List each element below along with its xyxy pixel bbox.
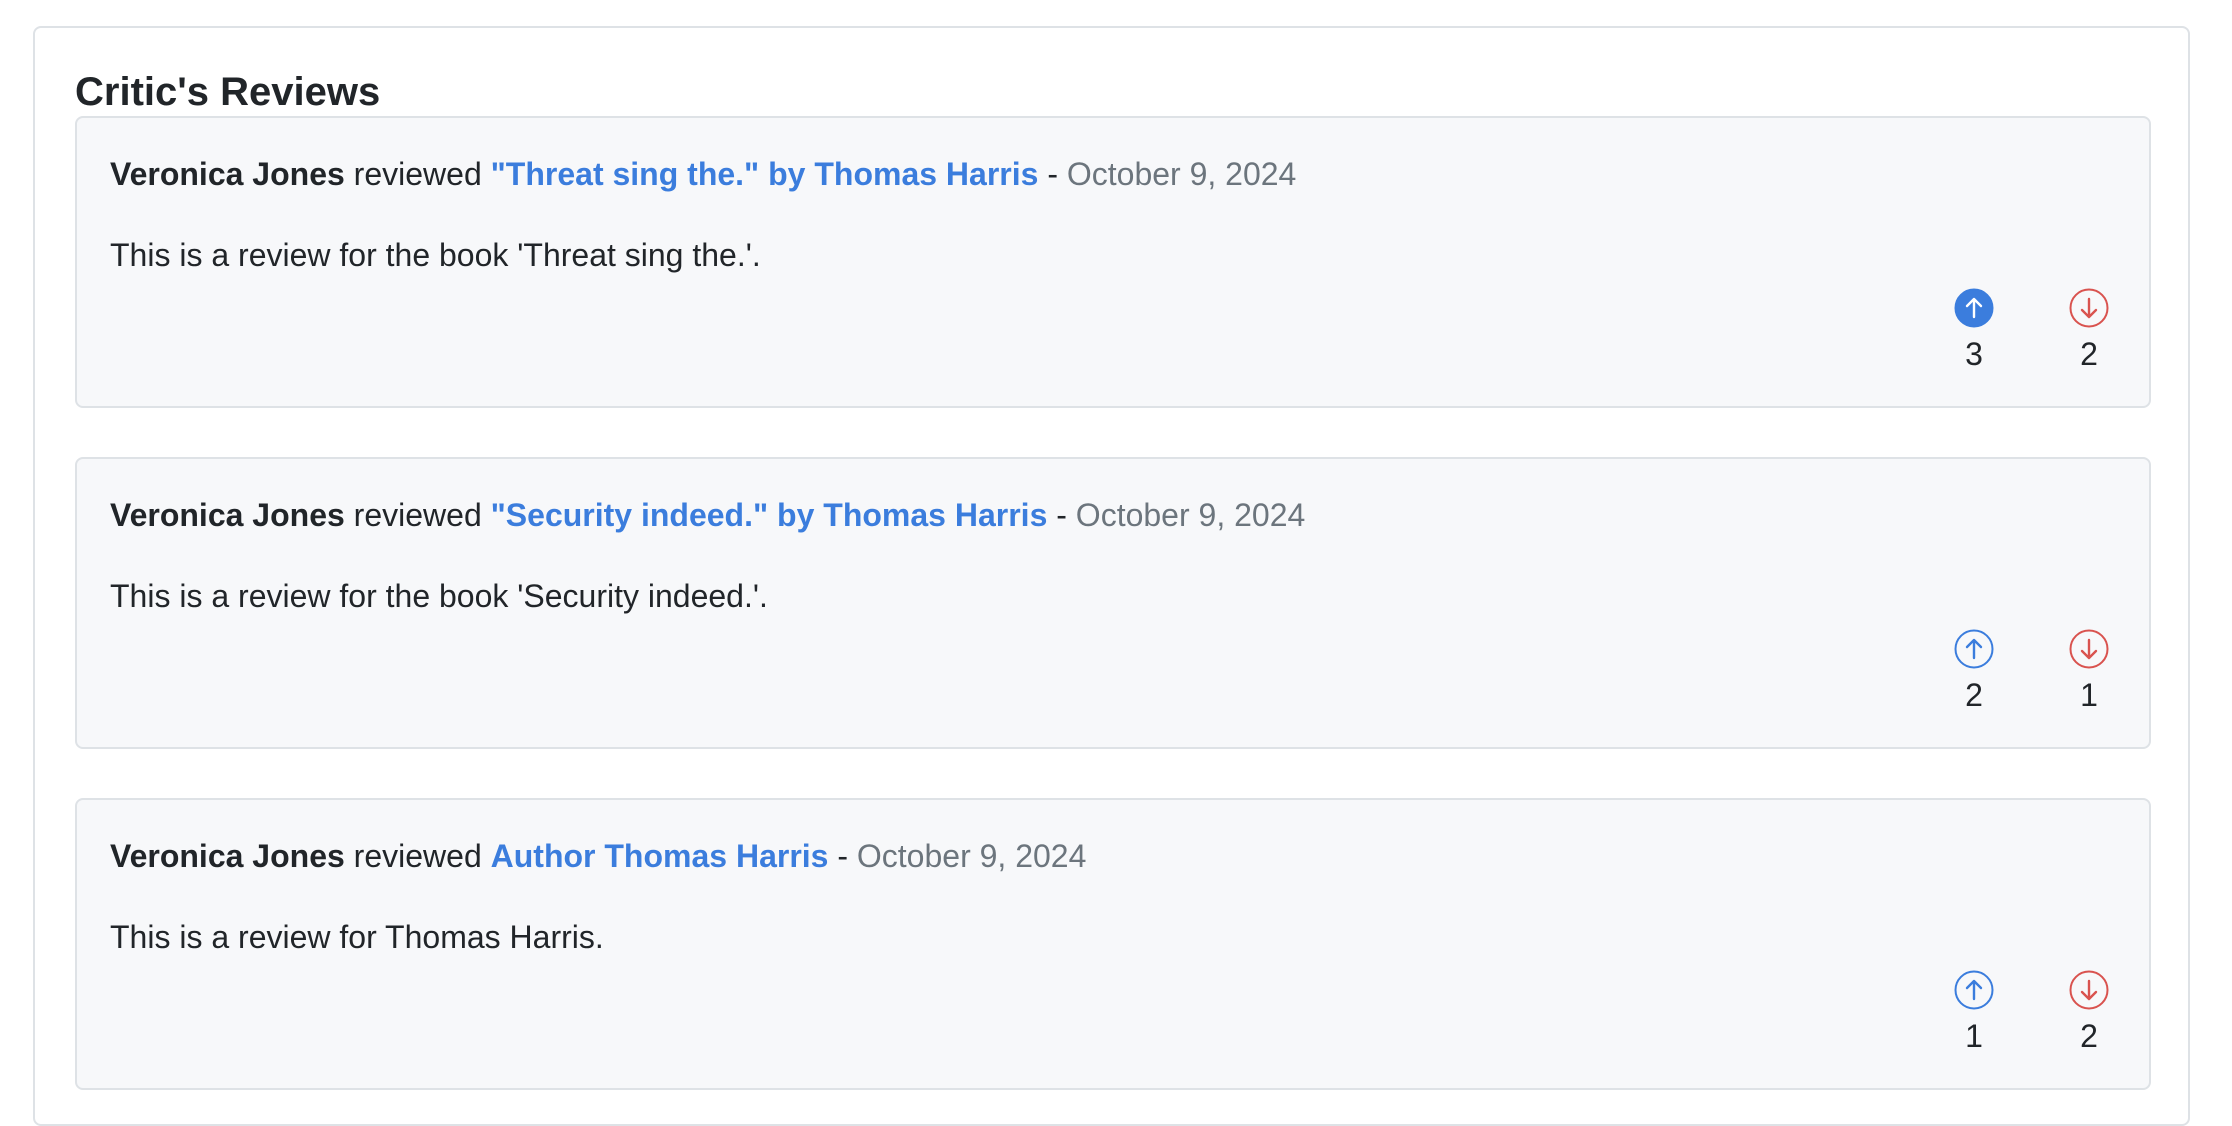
downvote-control: 2 [2059, 970, 2119, 1052]
upvote-count: 3 [1965, 336, 1983, 372]
upvote-control: 1 [1944, 970, 2004, 1052]
critic-reviews-panel: Critic's Reviews Veronica Jones reviewed… [33, 26, 2190, 1126]
review-card: Veronica Jones reviewed "Threat sing the… [75, 116, 2151, 408]
arrow-up-circle-icon[interactable] [1954, 970, 1994, 1010]
review-date: October 9, 2024 [1075, 497, 1306, 533]
panel-title: Critic's Reviews [75, 70, 381, 114]
reviewed-word: reviewed [353, 156, 482, 192]
upvote-count: 2 [1965, 677, 1983, 713]
downvote-count: 2 [2080, 336, 2098, 372]
downvote-control: 2 [2059, 288, 2119, 370]
review-header: Veronica Jones reviewed "Security indeed… [110, 499, 1305, 531]
separator: - [837, 838, 848, 874]
downvote-count: 1 [2080, 677, 2098, 713]
review-text: This is a review for the book 'Threat si… [110, 237, 761, 273]
reviewed-word: reviewed [353, 838, 482, 874]
downvote-control: 1 [2059, 629, 2119, 711]
review-date: October 9, 2024 [1066, 156, 1297, 192]
reviewed-word: reviewed [353, 497, 482, 533]
arrow-up-circle-icon[interactable] [1954, 629, 1994, 669]
downvote-count: 2 [2080, 1018, 2098, 1054]
review-text: This is a review for Thomas Harris. [110, 919, 604, 955]
upvote-control: 3 [1944, 288, 2004, 370]
reviewed-item-link[interactable]: "Security indeed." by Thomas Harris [491, 497, 1048, 533]
review-card: Veronica Jones reviewed Author Thomas Ha… [75, 798, 2151, 1090]
arrow-down-circle-icon[interactable] [2069, 970, 2109, 1010]
separator: - [1047, 156, 1058, 192]
review-text: This is a review for the book 'Security … [110, 578, 768, 614]
reviewed-item-link[interactable]: Author Thomas Harris [491, 838, 829, 874]
reviewer-name: Veronica Jones [110, 838, 345, 874]
arrow-down-circle-icon[interactable] [2069, 288, 2109, 328]
review-header: Veronica Jones reviewed "Threat sing the… [110, 158, 1296, 190]
separator: - [1056, 497, 1067, 533]
upvote-count: 1 [1965, 1018, 1983, 1054]
arrow-down-circle-icon[interactable] [2069, 629, 2109, 669]
reviewer-name: Veronica Jones [110, 497, 345, 533]
reviewer-name: Veronica Jones [110, 156, 345, 192]
reviewed-item-link[interactable]: "Threat sing the." by Thomas Harris [491, 156, 1039, 192]
review-date: October 9, 2024 [856, 838, 1087, 874]
review-header: Veronica Jones reviewed Author Thomas Ha… [110, 840, 1086, 872]
arrow-up-circle-icon[interactable] [1954, 288, 1994, 328]
review-card: Veronica Jones reviewed "Security indeed… [75, 457, 2151, 749]
upvote-control: 2 [1944, 629, 2004, 711]
